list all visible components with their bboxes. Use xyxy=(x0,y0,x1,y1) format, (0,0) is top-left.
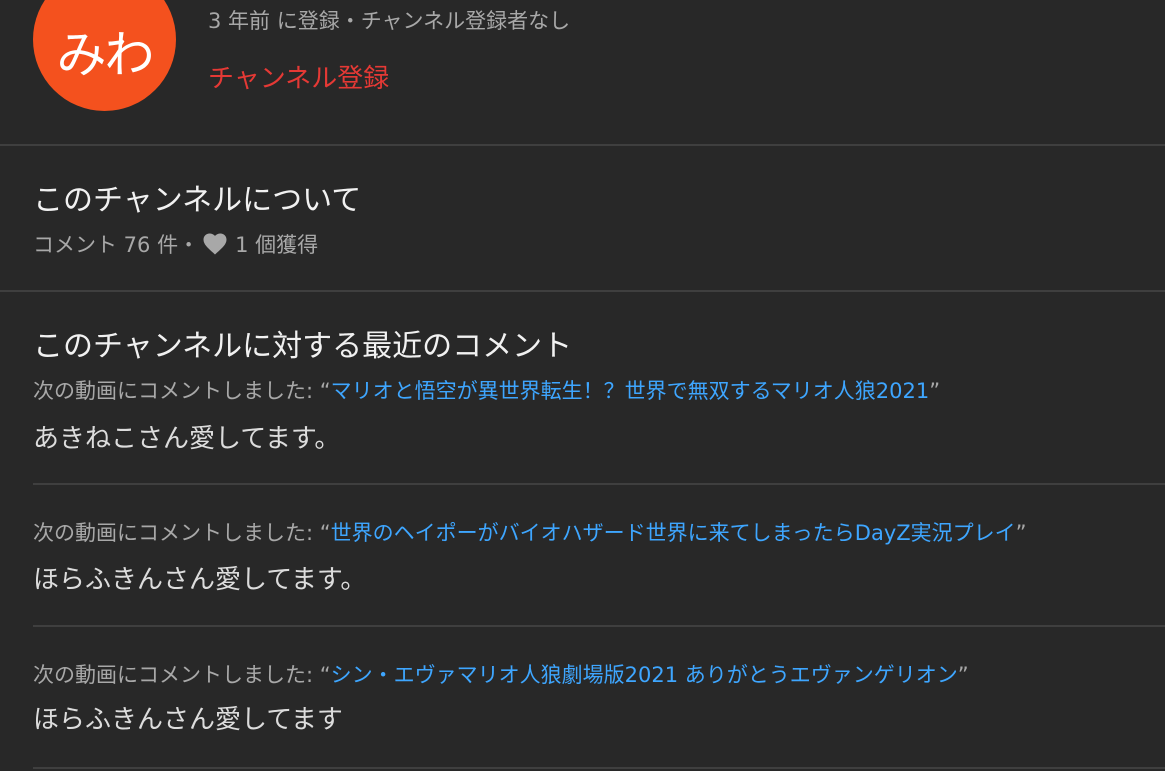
avatar-initials: みわ xyxy=(56,25,155,84)
comment-context-prefix: 次の動画にコメントしました: “ xyxy=(33,521,331,545)
recent-comments-title: このチャンネルに対する最近のコメント xyxy=(33,329,573,364)
comment-context: 次の動画にコメントしました: “マリオと悟空が異世界転生！？世界で無双するマリオ… xyxy=(33,375,940,405)
subscribe-button[interactable]: チャンネル登録 xyxy=(208,58,389,95)
comment-text: ほらふきんさん愛してます。 xyxy=(33,565,367,595)
comment-context: 次の動画にコメントしました: “シン・エヴァマリオ人狼劇場版2021 ありがとう… xyxy=(33,659,969,689)
comment-context: 次の動画にコメントしました: “世界のヘイポーがバイオハザード世界に来てしまった… xyxy=(33,517,1027,547)
avatar[interactable]: みわ xyxy=(33,0,176,111)
comment-context-suffix: ” xyxy=(1015,521,1027,545)
video-link[interactable]: シン・エヴァマリオ人狼劇場版2021 ありがとうエヴァンゲリオン xyxy=(331,663,958,687)
comment-context-suffix: ” xyxy=(929,379,941,403)
comment-text: あきねこさん愛してます。 xyxy=(33,424,341,454)
comment-context-prefix: 次の動画にコメントしました: “ xyxy=(33,379,331,403)
divider xyxy=(33,625,1165,627)
comment-context-prefix: 次の動画にコメントしました: “ xyxy=(33,663,331,687)
divider xyxy=(0,290,1165,292)
divider xyxy=(0,144,1165,146)
heart-icon xyxy=(203,233,227,255)
video-link[interactable]: マリオと悟空が異世界転生！？世界で無双するマリオ人狼2021 xyxy=(331,379,930,403)
channel-meta: 3 年前 に登録・チャンネル登録者なし xyxy=(208,9,571,33)
video-link[interactable]: 世界のヘイポーがバイオハザード世界に来てしまったらDayZ実況プレイ xyxy=(331,521,1016,545)
comment-count: コメント 76 件・ xyxy=(33,233,200,257)
channel-header: みわ 3 年前 に登録・チャンネル登録者なし チャンネル登録 xyxy=(0,0,1165,145)
comment-context-suffix: ” xyxy=(957,663,969,687)
likes-received: 1 個獲得 xyxy=(235,233,319,257)
comment-text: ほらふきんさん愛してます xyxy=(33,705,343,735)
divider xyxy=(33,767,1165,769)
channel-stats: コメント 76 件・ 1 個獲得 xyxy=(33,229,318,259)
divider xyxy=(33,483,1165,485)
about-title: このチャンネルについて xyxy=(33,183,362,218)
